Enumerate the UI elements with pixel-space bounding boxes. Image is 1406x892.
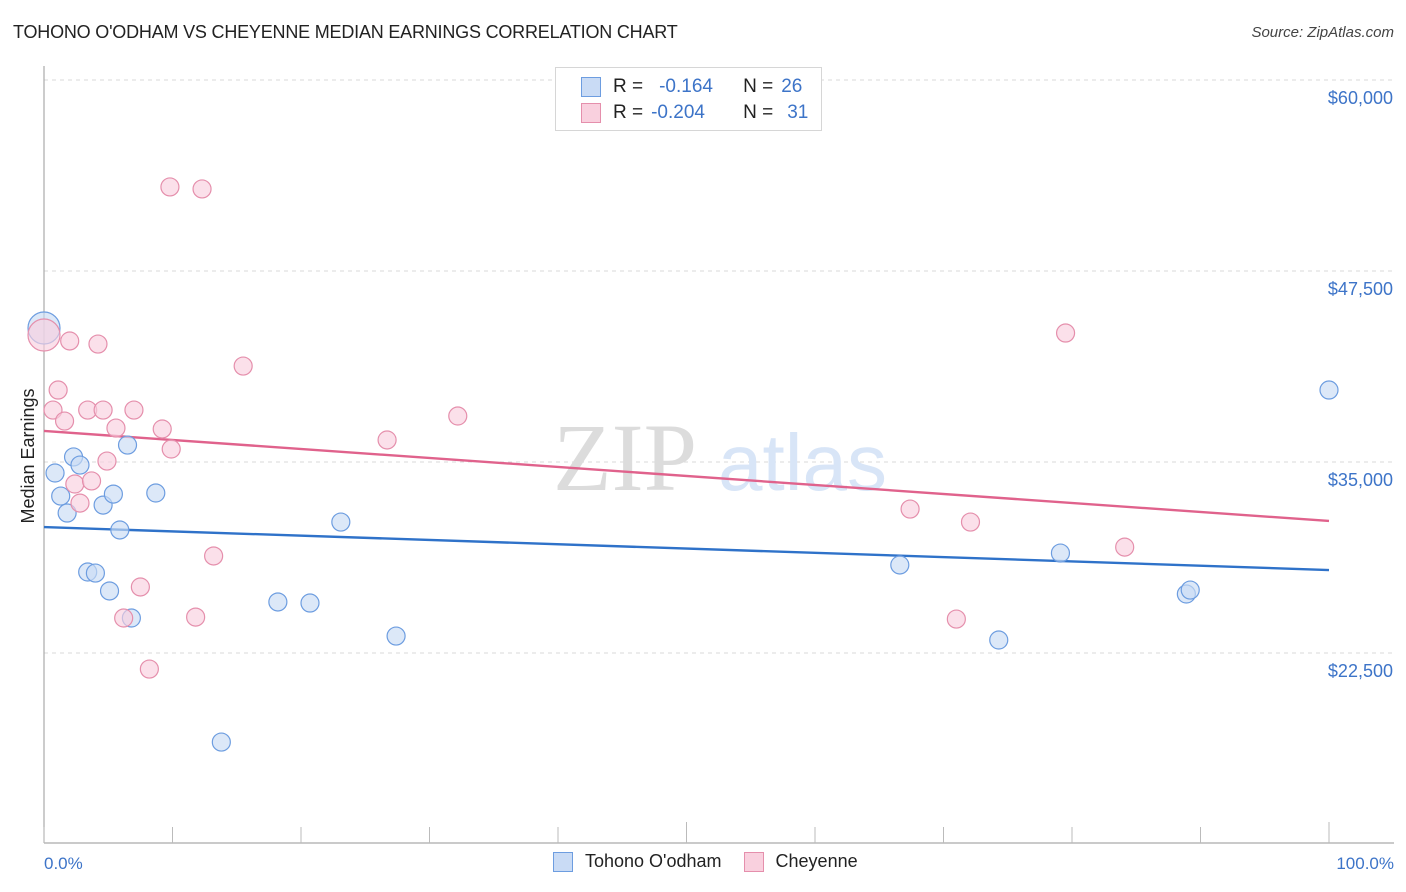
scatter-chart: ZIP atlas $60,000 $47,500 $35,000 $22,500 0… [18,66,1394,873]
legend-label-tohono: Tohono O'odham [585,851,722,871]
point-tohono [1050,543,1071,563]
point-tohono [268,592,288,612]
point-cheyenne [65,474,85,494]
point-cheyenne [81,471,102,491]
point-cheyenne [900,499,920,519]
tohono-swatch-icon [581,77,601,97]
point-cheyenne [139,659,159,679]
r-label: R = [613,102,644,123]
point-tohono [989,630,1009,650]
y-tick-label: $60,000 [1328,88,1393,108]
point-cheyenne [60,331,80,351]
point-cheyenne [448,406,468,426]
r-label: R = [613,76,644,97]
point-tohono [146,483,166,503]
r-value: -0.164 [659,76,713,97]
cheyenne-swatch-icon [743,851,764,872]
point-tohono [70,455,90,475]
point-cheyenne [946,609,966,629]
point-cheyenne [54,411,75,431]
point-tohono [45,463,65,483]
point-tohono [99,581,120,601]
point-cheyenne [106,418,126,438]
point-cheyenne [114,608,134,628]
point-cheyenne [160,177,180,197]
legend-item-tohono[interactable]: Tohono O'odham [553,851,722,872]
x-tick-label-left: 0.0% [44,854,83,873]
point-tohono [110,520,130,540]
point-tohono [1319,380,1339,400]
point-cheyenne [88,334,108,354]
point-tohono [300,593,320,613]
point-tohono [331,512,351,532]
watermark-atlas: atlas [718,418,887,507]
point-tohono [85,563,106,583]
point-cheyenne [97,451,117,471]
point-tohono [386,626,406,646]
n-value: 26 [781,76,803,97]
point-cheyenne [93,400,113,420]
tohono-swatch-icon [553,851,573,872]
point-cheyenne [960,512,981,532]
point-cheyenne [130,577,150,597]
y-tick-label: $35,000 [1328,470,1393,490]
cheyenne-swatch-icon [581,103,601,123]
point-tohono [211,732,231,752]
y-tick-labels: $60,000 $47,500 $35,000 $22,500 [1328,88,1393,681]
series-legend: Tohono O'odham Cheyenne [553,851,880,872]
point-cheyenne [186,607,206,627]
point-tohono [117,435,138,455]
legend-label-cheyenne: Cheyenne [775,851,858,871]
legend-item-cheyenne[interactable]: Cheyenne [743,851,858,872]
point-tohono [103,484,123,504]
point-cheyenne [27,318,61,352]
point-cheyenne [204,546,224,566]
correlation-legend: R = -0.164 N = 26 R = -0.204 N = 31 [555,67,822,131]
point-cheyenne [161,439,181,459]
n-label: N = [743,102,774,123]
point-cheyenne [233,356,253,376]
watermark: ZIP atlas [553,404,887,511]
point-tohono [1180,580,1200,600]
point-tohono [890,555,910,575]
watermark-zip: ZIP [553,404,697,511]
legend-row-cheyenne: R = -0.204 N = 31 [581,101,808,125]
point-cheyenne [70,493,90,513]
point-cheyenne [1115,537,1135,557]
x-tick-label-right: 100.0% [1336,854,1394,873]
point-cheyenne [192,179,212,199]
point-cheyenne [1055,323,1076,343]
point-cheyenne [48,380,68,400]
legend-row-tohono: R = -0.164 N = 26 [581,75,802,99]
point-tohono [51,486,71,506]
point-cheyenne [377,430,397,450]
trend-line-tohono [43,525,1330,572]
n-label: N = [743,76,774,97]
y-tick-label: $22,500 [1328,661,1393,681]
y-axis-label: Median Earnings [18,388,38,523]
r-value: -0.204 [651,102,705,123]
y-tick-label: $47,500 [1328,279,1393,299]
point-cheyenne [152,419,172,439]
n-value: 31 [787,102,809,123]
point-cheyenne [124,400,144,420]
